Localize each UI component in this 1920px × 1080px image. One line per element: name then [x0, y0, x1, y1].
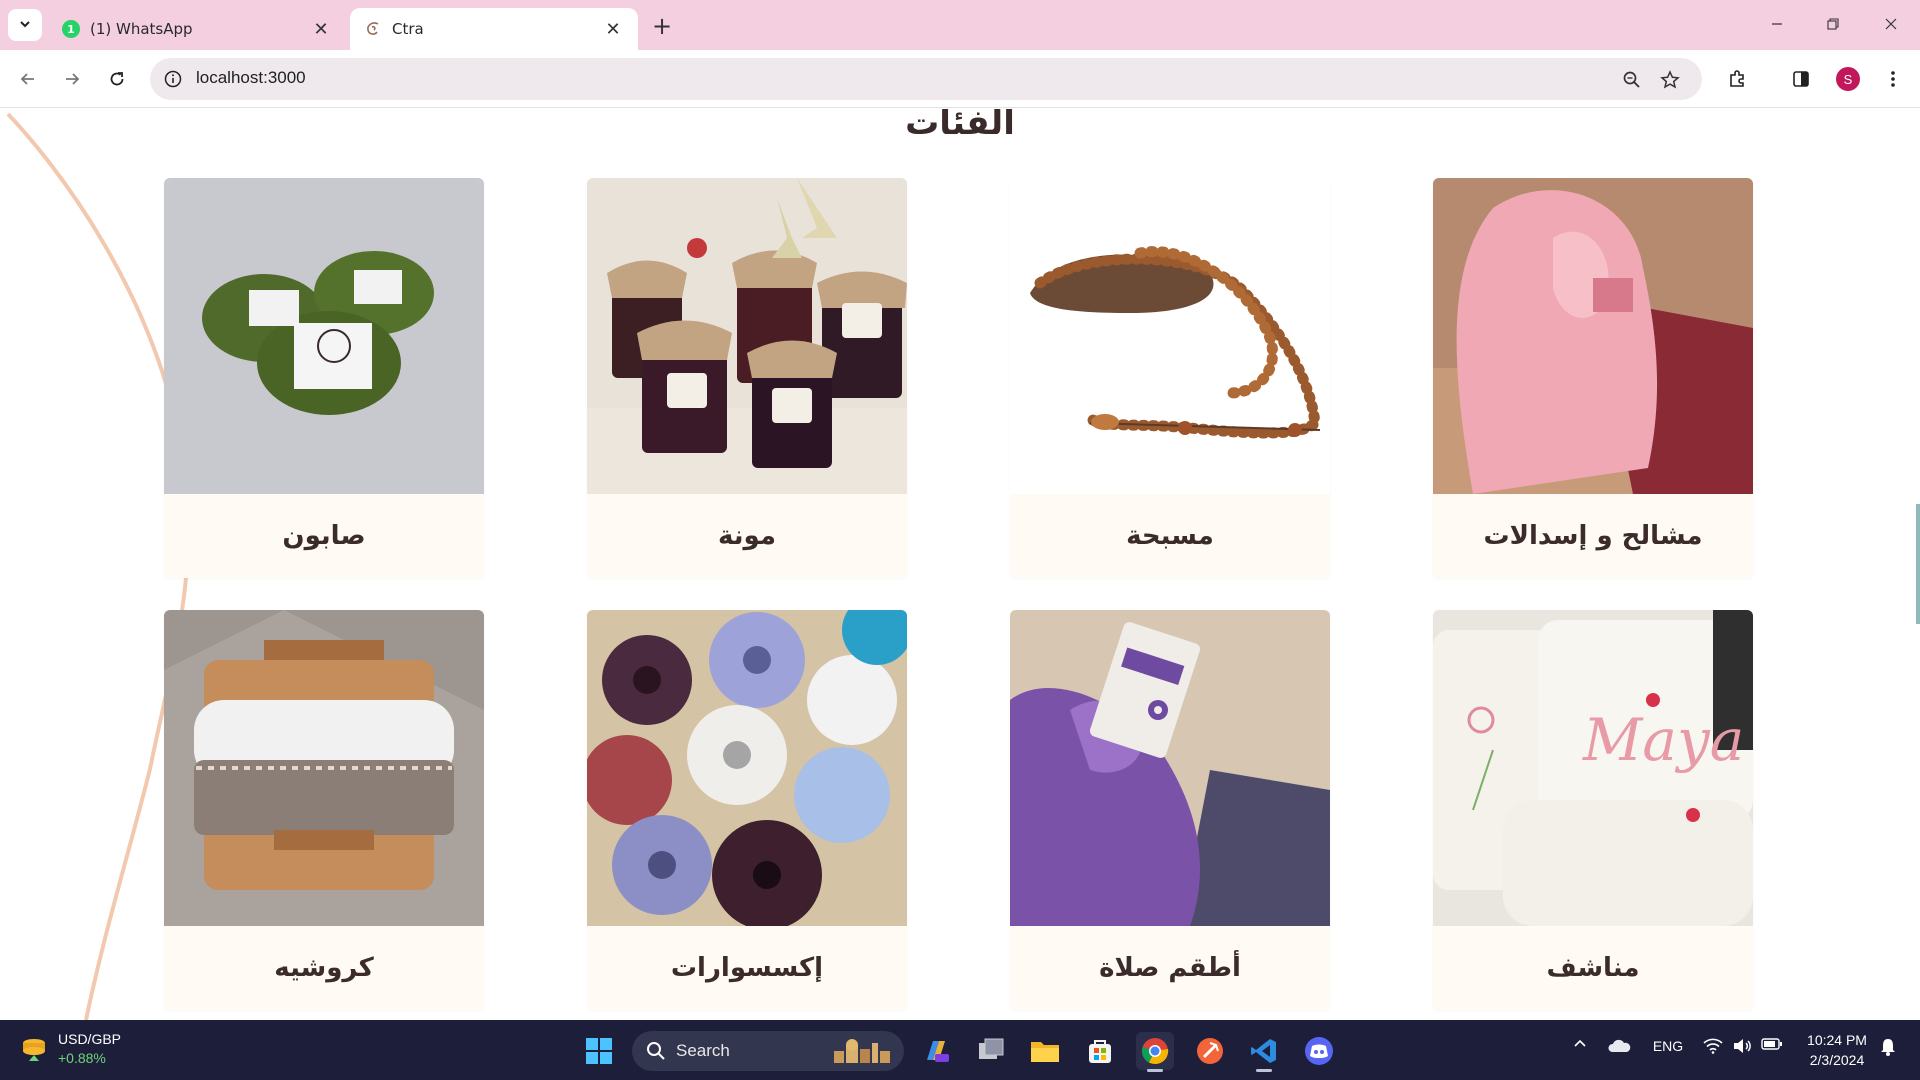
- chrome-icon[interactable]: [1136, 1032, 1174, 1072]
- stock-widget[interactable]: USD/GBP +0.88%: [20, 1030, 121, 1068]
- menu-icon[interactable]: [1878, 64, 1908, 94]
- discord-icon[interactable]: [1300, 1032, 1338, 1070]
- category-card-pantry[interactable]: مونة: [587, 178, 907, 578]
- profile-avatar[interactable]: S: [1833, 64, 1863, 94]
- web-page: الفئات مشالح و إسدالات مسبحة مونة صابون …: [0, 109, 1920, 1020]
- category-image: [164, 178, 484, 494]
- category-label: مناشف: [1546, 953, 1640, 983]
- chevron-up-icon[interactable]: [1566, 1038, 1594, 1048]
- close-icon[interactable]: [1868, 6, 1914, 42]
- category-label: صابون: [282, 521, 366, 551]
- zoom-icon[interactable]: [1620, 68, 1644, 92]
- category-image: [587, 610, 907, 926]
- tab-whatsapp[interactable]: 1 (1) WhatsApp ✕: [48, 8, 346, 50]
- search-placeholder: Search: [676, 1041, 730, 1060]
- taskbar-search[interactable]: Search: [632, 1031, 904, 1071]
- category-card-abayas[interactable]: مشالح و إسدالات: [1433, 178, 1753, 578]
- clock-date: 2/3/2024: [1809, 1052, 1865, 1068]
- language-indicator[interactable]: ENG: [1648, 1038, 1688, 1054]
- reload-icon[interactable]: [101, 63, 133, 95]
- category-card-towels[interactable]: Maya مناشف: [1433, 610, 1753, 1010]
- category-label: إكسسوارات: [670, 953, 824, 983]
- extensions-icon[interactable]: [1722, 64, 1752, 94]
- onedrive-icon[interactable]: [1604, 1038, 1634, 1054]
- forward-icon[interactable]: [56, 63, 88, 95]
- site-info-icon[interactable]: [162, 68, 184, 90]
- vscode-icon[interactable]: [1245, 1032, 1283, 1072]
- category-label: كروشيه: [274, 953, 374, 983]
- side-panel-icon[interactable]: [1786, 64, 1816, 94]
- category-label: مشالح و إسدالات: [1483, 521, 1703, 551]
- battery-icon[interactable]: [1758, 1038, 1786, 1050]
- category-card-soap[interactable]: صابون: [164, 178, 484, 578]
- clock-time: 10:24 PM: [1807, 1032, 1867, 1048]
- close-icon[interactable]: ✕: [310, 18, 332, 40]
- browser-tab-bar: 1 (1) WhatsApp ✕ Ctra ✕ +: [0, 0, 1920, 50]
- category-image: [1433, 178, 1753, 494]
- copilot-icon[interactable]: [917, 1032, 955, 1070]
- plus-icon[interactable]: +: [648, 12, 676, 40]
- currency-coins-icon: [23, 1039, 45, 1061]
- tab-title: Ctra: [392, 20, 424, 38]
- task-view-icon[interactable]: [972, 1032, 1010, 1070]
- tab-search-button[interactable]: [8, 9, 42, 41]
- category-card-prayer-sets[interactable]: أطقم صلاة: [1010, 610, 1330, 1010]
- category-image: Maya: [1433, 610, 1753, 926]
- category-card-accessories[interactable]: إكسسوارات: [587, 610, 907, 1010]
- category-label: مسبحة: [1126, 521, 1214, 551]
- back-icon[interactable]: [12, 63, 44, 95]
- currency-pair: USD/GBP: [58, 1031, 122, 1047]
- search-icon: [646, 1041, 666, 1061]
- bookmark-star-icon[interactable]: [1658, 68, 1682, 92]
- currency-change: +0.88%: [58, 1050, 106, 1066]
- category-card-prayer-beads[interactable]: مسبحة: [1010, 178, 1330, 578]
- chevron-down-icon: [18, 16, 32, 35]
- category-label: مونة: [718, 521, 776, 551]
- wifi-icon[interactable]: [1700, 1038, 1726, 1054]
- notification-bell-icon[interactable]: [1876, 1038, 1900, 1056]
- brave-icon[interactable]: [1191, 1032, 1229, 1070]
- restore-icon[interactable]: [1810, 6, 1856, 42]
- svg-text:Maya: Maya: [1582, 706, 1744, 774]
- category-image: [1010, 178, 1330, 494]
- windows-start-icon[interactable]: [580, 1032, 618, 1070]
- whatsapp-icon: 1: [62, 20, 80, 38]
- site-logo-icon: [364, 20, 382, 38]
- address-bar[interactable]: localhost:3000: [150, 58, 1702, 100]
- store-icon[interactable]: [1081, 1032, 1119, 1070]
- close-icon[interactable]: ✕: [602, 18, 624, 40]
- category-image: [1010, 610, 1330, 926]
- windows-taskbar: USD/GBP +0.88% Search ENG 10:24 PM 2/3/2…: [0, 1020, 1920, 1080]
- category-image: [587, 178, 907, 494]
- category-image: [164, 610, 484, 926]
- category-label: أطقم صلاة: [1099, 953, 1241, 983]
- category-card-crochet[interactable]: كروشيه: [164, 610, 484, 1010]
- tab-ctra[interactable]: Ctra ✕: [350, 8, 638, 50]
- section-title: الفئات: [905, 109, 1015, 143]
- system-clock[interactable]: 10:24 PM 2/3/2024: [1796, 1030, 1878, 1070]
- url-text[interactable]: localhost:3000: [196, 68, 306, 88]
- browser-toolbar: localhost:3000 S: [0, 50, 1920, 108]
- volume-icon[interactable]: [1729, 1038, 1755, 1054]
- search-highlight-icon: [834, 1039, 890, 1063]
- file-explorer-icon[interactable]: [1026, 1032, 1064, 1070]
- minimize-icon[interactable]: [1754, 6, 1800, 42]
- tab-title: (1) WhatsApp: [90, 20, 193, 38]
- page-scrollbar[interactable]: [1916, 504, 1920, 624]
